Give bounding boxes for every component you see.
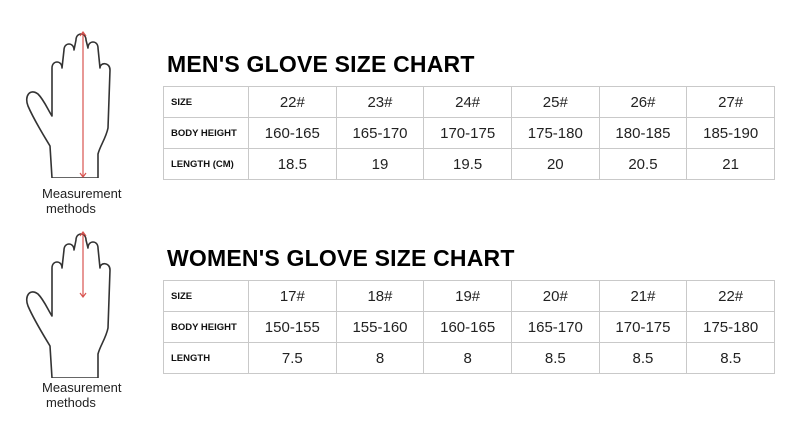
men-size-table: SIZE 22# 23# 24# 25# 26# 27# BODY HEIGHT… <box>163 86 775 180</box>
table-cell: 7.5 <box>248 342 337 374</box>
measurement-caption-line1: Measurement <box>42 380 122 395</box>
row-header: BODY HEIGHT <box>163 311 249 343</box>
row-header: LENGTH (CM) <box>163 148 249 180</box>
table-cell: 22# <box>248 86 337 118</box>
men-size-section: Measurement methods MEN'S GLOVE SIZE CHA… <box>0 0 790 216</box>
table-cell: 18# <box>335 280 425 312</box>
table-cell: 185-190 <box>686 117 775 149</box>
women-size-table: SIZE 17# 18# 19# 20# 21# 22# BODY HEIGHT… <box>163 280 775 374</box>
table-cell: 175-180 <box>686 311 775 343</box>
table-cell: 21# <box>598 280 688 312</box>
table-cell: 19.5 <box>423 148 512 180</box>
table-row-size: SIZE 17# 18# 19# 20# 21# 22# <box>163 280 775 312</box>
table-cell: 27# <box>686 86 775 118</box>
table-cell: 8.5 <box>686 342 775 374</box>
table-cell: 8.5 <box>598 342 688 374</box>
table-cell: 26# <box>598 86 688 118</box>
table-cell: 19# <box>423 280 512 312</box>
table-row-body-height: BODY HEIGHT 150-155 155-160 160-165 165-… <box>163 311 775 343</box>
table-cell: 165-170 <box>510 311 600 343</box>
table-cell: 150-155 <box>248 311 337 343</box>
table-cell: 21 <box>686 148 775 180</box>
table-cell: 25# <box>510 86 600 118</box>
table-row-size: SIZE 22# 23# 24# 25# 26# 27# <box>163 86 775 118</box>
table-cell: 160-165 <box>248 117 337 149</box>
table-cell: 23# <box>335 86 425 118</box>
table-cell: 160-165 <box>423 311 512 343</box>
women-chart-title: WOMEN'S GLOVE SIZE CHART <box>167 245 515 271</box>
table-cell: 155-160 <box>335 311 425 343</box>
hand-outline-icon <box>25 231 111 378</box>
table-cell: 8 <box>335 342 425 374</box>
table-cell: 20 <box>510 148 600 180</box>
women-size-section: Measurement methods WOMEN'S GLOVE SIZE C… <box>0 194 790 410</box>
table-cell: 170-175 <box>598 311 688 343</box>
table-cell: 18.5 <box>248 148 337 180</box>
men-chart-title: MEN'S GLOVE SIZE CHART <box>167 51 475 77</box>
table-cell: 170-175 <box>423 117 512 149</box>
table-cell: 175-180 <box>510 117 600 149</box>
table-cell: 24# <box>423 86 512 118</box>
measurement-caption: Measurement methods <box>42 380 142 410</box>
table-row-length: LENGTH (CM) 18.5 19 19.5 20 20.5 21 <box>163 148 775 180</box>
row-header: BODY HEIGHT <box>163 117 249 149</box>
table-cell: 180-185 <box>598 117 688 149</box>
table-row-length: LENGTH 7.5 8 8 8.5 8.5 8.5 <box>163 342 775 374</box>
table-cell: 20# <box>510 280 600 312</box>
table-cell: 19 <box>335 148 425 180</box>
table-cell: 20.5 <box>598 148 688 180</box>
row-header: SIZE <box>163 86 249 118</box>
table-cell: 22# <box>686 280 775 312</box>
table-row-body-height: BODY HEIGHT 160-165 165-170 170-175 175-… <box>163 117 775 149</box>
table-cell: 8 <box>423 342 512 374</box>
hand-outline-icon <box>25 31 111 178</box>
table-cell: 8.5 <box>510 342 600 374</box>
table-cell: 17# <box>248 280 337 312</box>
row-header: LENGTH <box>163 342 249 374</box>
table-cell: 165-170 <box>335 117 425 149</box>
measurement-caption-line2: methods <box>46 395 96 410</box>
row-header: SIZE <box>163 280 249 312</box>
